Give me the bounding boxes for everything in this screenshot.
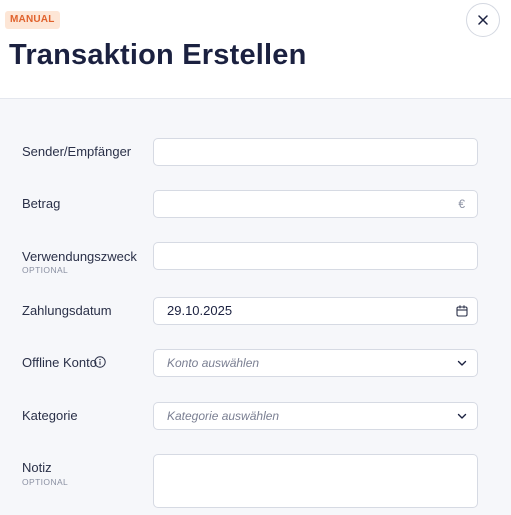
note-label: Notiz: [22, 460, 52, 475]
purpose-label: Verwendungszweck: [22, 249, 137, 264]
manual-badge: MANUAL: [5, 11, 60, 29]
category-select[interactable]: Kategorie auswählen: [153, 402, 478, 430]
offline-account-select[interactable]: Konto auswählen: [153, 349, 478, 377]
offline-account-placeholder: Konto auswählen: [167, 356, 260, 370]
offline-account-label: Offline Konto: [22, 355, 97, 370]
purpose-input[interactable]: [153, 242, 478, 270]
amount-label: Betrag: [22, 196, 61, 211]
form-body: Sender/Empfänger Betrag € Verwendungszwe…: [0, 99, 511, 515]
page-title: Transaktion Erstellen: [9, 39, 307, 71]
chevron-down-icon: [457, 413, 467, 419]
close-button[interactable]: [466, 3, 500, 37]
currency-suffix: €: [458, 197, 465, 211]
note-optional-label: OPTIONAL: [22, 477, 69, 487]
payment-date-input[interactable]: 29.10.2025: [153, 297, 478, 325]
chevron-down-icon: [457, 360, 467, 366]
calendar-icon[interactable]: [456, 305, 468, 317]
sender-label: Sender/Empfänger: [22, 144, 132, 159]
sender-input[interactable]: [153, 138, 478, 166]
amount-input[interactable]: €: [153, 190, 478, 218]
purpose-optional-label: OPTIONAL: [22, 265, 69, 275]
note-textarea[interactable]: [153, 454, 478, 508]
category-placeholder: Kategorie auswählen: [167, 409, 280, 423]
create-transaction-modal: MANUAL Transaktion Erstellen Sender/Empf…: [0, 0, 511, 515]
close-icon: [478, 15, 488, 25]
modal-header: MANUAL Transaktion Erstellen: [0, 0, 511, 99]
payment-date-value: 29.10.2025: [167, 303, 233, 318]
category-label: Kategorie: [22, 408, 78, 423]
info-icon[interactable]: [94, 356, 106, 368]
payment-date-label: Zahlungsdatum: [22, 303, 112, 318]
